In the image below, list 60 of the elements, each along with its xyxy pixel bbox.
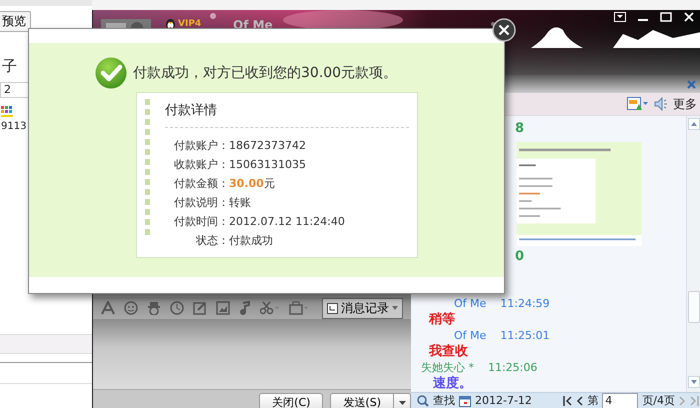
- field-label: 付款时间：: [173, 214, 229, 230]
- caret-icon: [392, 306, 398, 310]
- music-note-icon[interactable]: [239, 301, 251, 315]
- briefcase-icon[interactable]: [289, 301, 309, 315]
- first-page-icon[interactable]: [563, 396, 572, 406]
- details-title: 付款详情: [165, 102, 218, 119]
- last-page-icon[interactable]: [690, 396, 699, 406]
- message-header: Of Me 11:25:01: [454, 328, 550, 344]
- field-value: 转账: [229, 195, 251, 211]
- search-icon[interactable]: [417, 394, 429, 406]
- send-options-button[interactable]: [393, 393, 411, 408]
- more-menu[interactable]: 更多: [673, 96, 697, 112]
- clock-icon[interactable]: [170, 301, 184, 315]
- message-header: Of Me 11:24:59: [454, 296, 550, 312]
- font-icon[interactable]: [101, 301, 115, 315]
- scroll-down-icon[interactable]: [688, 376, 700, 388]
- page-number-field[interactable]: 4: [602, 392, 638, 408]
- calendar-icon[interactable]: [459, 394, 471, 406]
- hat-face-icon[interactable]: [147, 301, 161, 315]
- chat-bubble-icon[interactable]: [627, 97, 649, 111]
- message-text: 我查收: [429, 344, 468, 360]
- number-text: 9113: [1, 121, 26, 132]
- page-count: 页/4页: [642, 393, 675, 408]
- message-input[interactable]: [93, 319, 411, 389]
- scrollbar-thumb[interactable]: [688, 291, 700, 323]
- previous-page-icon[interactable]: [576, 396, 584, 406]
- field-label: 状态：: [195, 233, 229, 249]
- field-value: 15063131035: [229, 157, 306, 173]
- scrollbar[interactable]: [686, 116, 700, 392]
- next-page-icon[interactable]: [679, 396, 686, 406]
- field-label: 付款账户：: [173, 138, 229, 154]
- message-text: 0: [515, 250, 524, 264]
- color-grid-icon[interactable]: [1, 106, 13, 117]
- field-value: 付款成功: [229, 233, 273, 249]
- caret-icon: [399, 401, 406, 405]
- field-label: 收款账户：: [173, 157, 229, 173]
- field-label: 付款金额：: [173, 176, 229, 192]
- field-value: 30.00元: [229, 176, 275, 192]
- close-button[interactable]: 关闭(C): [259, 393, 324, 408]
- message-text: 8: [515, 122, 524, 136]
- label-text: 子: [2, 57, 17, 76]
- smiley-icon[interactable]: [124, 301, 138, 315]
- edit-icon[interactable]: [193, 301, 207, 315]
- preview-button[interactable]: 预览: [0, 11, 31, 32]
- scissors-icon[interactable]: [260, 301, 280, 315]
- message-history-button[interactable]: 消息记录: [322, 298, 403, 318]
- page-label: 第: [587, 393, 598, 408]
- scroll-up-icon[interactable]: [688, 118, 700, 130]
- message-text: 稍等: [429, 312, 455, 328]
- send-button[interactable]: 发送(S): [330, 393, 394, 408]
- message-text: 速度。: [433, 376, 472, 392]
- field-value: 2012.07.12 11:24:40: [229, 214, 345, 230]
- message-header: 失她失心 * 11:25:06: [421, 360, 538, 376]
- speaker-icon[interactable]: [654, 97, 668, 111]
- field-value: 18672373742: [229, 138, 306, 154]
- date-link[interactable]: 2012-7-12: [475, 394, 532, 407]
- field-label: 付款说明：: [173, 195, 229, 211]
- history-icon: [327, 302, 338, 314]
- image-icon[interactable]: [216, 301, 230, 315]
- search-link[interactable]: 查找: [433, 393, 455, 408]
